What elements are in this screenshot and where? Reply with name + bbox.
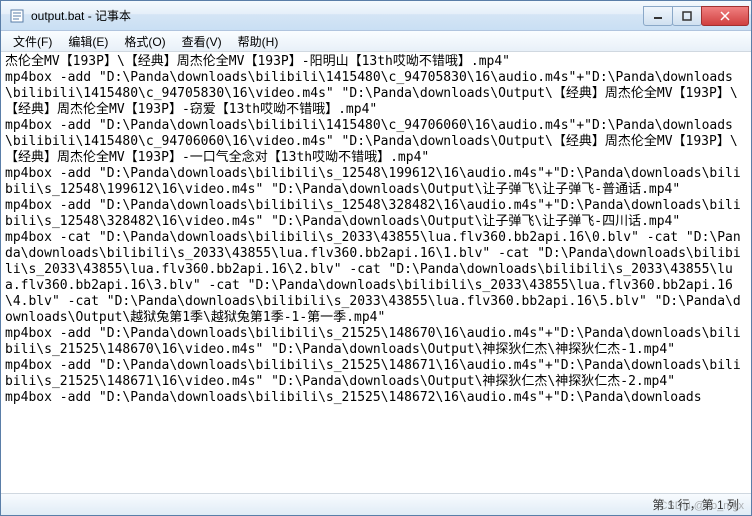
menu-edit[interactable]: 编辑(E): [60, 31, 116, 52]
window-controls: [644, 6, 749, 26]
close-button[interactable]: [701, 6, 749, 26]
notepad-window: output.bat - 记事本 文件(F) 编辑(E) 格式(O) 查看(V)…: [0, 0, 752, 516]
maximize-button[interactable]: [672, 6, 702, 26]
menu-file[interactable]: 文件(F): [5, 31, 60, 52]
menu-help[interactable]: 帮助(H): [230, 31, 287, 52]
window-title: output.bat - 记事本: [31, 7, 644, 24]
menubar: 文件(F) 编辑(E) 格式(O) 查看(V) 帮助(H): [1, 31, 751, 52]
text-area[interactable]: 杰伦全MV【193P】\【经典】周杰伦全MV【193P】-阳明山【13th哎呦不…: [1, 52, 751, 493]
menu-view[interactable]: 查看(V): [174, 31, 230, 52]
cursor-position: 第 1 行，第 1 列: [652, 496, 739, 513]
titlebar[interactable]: output.bat - 记事本: [1, 1, 751, 31]
menu-format[interactable]: 格式(O): [116, 31, 173, 52]
app-icon: [9, 8, 25, 24]
statusbar: 第 1 行，第 1 列: [1, 493, 751, 515]
minimize-button[interactable]: [643, 6, 673, 26]
